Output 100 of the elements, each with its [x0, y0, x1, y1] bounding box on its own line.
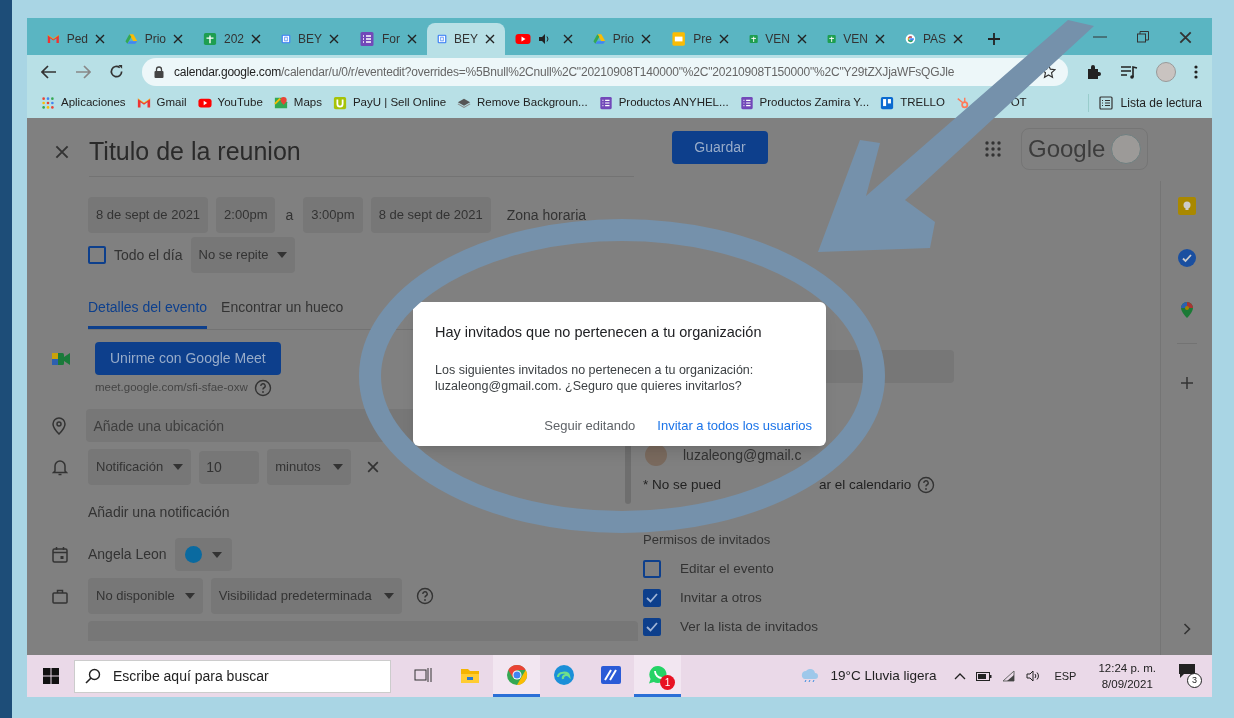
visibility-dropdown[interactable]: Visibilidad predeterminada: [210, 578, 402, 614]
close-tab-icon[interactable]: [173, 34, 183, 44]
wifi-icon[interactable]: [1002, 670, 1017, 682]
checkbox[interactable]: [643, 589, 661, 608]
browser-tab[interactable]: BEY: [427, 23, 505, 55]
browser-tab[interactable]: 202: [193, 23, 271, 55]
close-tab-icon[interactable]: [563, 34, 573, 44]
reading-list-link[interactable]: Lista de lectura: [1120, 94, 1202, 112]
reading-list-icon[interactable]: [1098, 96, 1113, 110]
timezone-link[interactable]: Zona horaria: [506, 204, 587, 226]
weather-text[interactable]: 19°C Lluvia ligera: [830, 665, 937, 687]
bookmark[interactable]: Aplicaciones: [41, 94, 126, 112]
close-tab-icon[interactable]: [719, 34, 729, 44]
notifications-icon[interactable]: [1178, 663, 1196, 679]
task-view-icon[interactable]: [413, 665, 432, 684]
close-tab-icon[interactable]: [875, 34, 885, 44]
event-tab[interactable]: Encontrar un hueco: [221, 297, 344, 329]
wave-circle-icon[interactable]: [552, 663, 575, 686]
address-bar[interactable]: calendar.google.com/calendar/u/0/r/eventedit?overrides=%5Bnull%2Cnull%2C"20210908T140000"%2C"20210908T150000"%2C"Y29tZXJjaWFsQGJle: [142, 57, 1068, 86]
close-tab-icon[interactable]: [329, 34, 339, 44]
close-icon[interactable]: [1179, 30, 1192, 44]
checkbox[interactable]: [88, 246, 106, 264]
close-tab-icon[interactable]: [251, 34, 261, 44]
play-icon: [515, 31, 531, 47]
reload-icon[interactable]: [109, 64, 124, 79]
windows-start-icon[interactable]: [42, 668, 59, 684]
end-time-field[interactable]: 3:00pm: [303, 197, 363, 233]
speaker-icon[interactable]: [538, 33, 550, 45]
close-tab-icon[interactable]: [953, 34, 963, 44]
bookmark[interactable]: PayU | Sell Online: [332, 94, 447, 112]
close-tab-icon[interactable]: [485, 34, 495, 44]
bookmark[interactable]: YouTube: [197, 94, 263, 112]
bookmark[interactable]: Maps: [273, 94, 322, 112]
availability-dropdown[interactable]: No disponible: [88, 578, 203, 614]
lock-icon[interactable]: [154, 65, 164, 78]
help-icon[interactable]: [917, 476, 936, 495]
taskbar-search-field[interactable]: Escribe aquí para buscar: [74, 659, 391, 693]
chrome-icon[interactable]: [505, 663, 528, 686]
checkbox[interactable]: [643, 618, 661, 637]
dialog-button[interactable]: Invitar a todos los usuarios: [657, 415, 812, 436]
event-title[interactable]: Titulo de la reunion: [89, 132, 301, 170]
chevron-up-icon[interactable]: [954, 672, 967, 680]
browser-tab[interactable]: PAS: [895, 23, 973, 55]
notification-unit-dropdown[interactable]: minutos: [267, 449, 351, 485]
battery-icon[interactable]: [976, 671, 993, 681]
browser-tab[interactable]: BEY: [271, 23, 349, 55]
app-icon[interactable]: [599, 664, 622, 685]
clock-time[interactable]: 12:24 p. m.: [1098, 660, 1156, 676]
bookmark[interactable]: OT: [1010, 94, 1027, 112]
browser-tab[interactable]: Prio: [583, 23, 661, 55]
end-date-field[interactable]: 8 de sept de 2021: [370, 197, 491, 233]
close-tab-icon[interactable]: [797, 34, 807, 44]
puzzle-icon[interactable]: [1086, 63, 1102, 80]
taskbar-app[interactable]: [493, 655, 540, 697]
permission-label[interactable]: Editar el evento: [680, 558, 774, 579]
meet-button[interactable]: Unirme con Google Meet: [95, 342, 281, 375]
back-icon[interactable]: [41, 64, 57, 79]
close-tab-icon[interactable]: [95, 34, 105, 44]
permission-label[interactable]: Ver la lista de invitados: [680, 617, 819, 638]
help-icon[interactable]: [253, 379, 272, 397]
permission-label[interactable]: Invitar a otros: [680, 588, 762, 609]
browser-tab[interactable]: Ped: [37, 23, 115, 55]
help-icon[interactable]: [415, 587, 434, 605]
media-list-icon[interactable]: [1120, 64, 1138, 79]
restore-icon[interactable]: [1137, 31, 1149, 43]
browser-tab[interactable]: Prio: [115, 23, 193, 55]
new-tab-icon[interactable]: [987, 32, 1001, 46]
bookmark[interactable]: TRELLO: [880, 94, 945, 112]
notification-type-dropdown[interactable]: Notificación: [88, 449, 192, 485]
speaker-icon[interactable]: [1026, 670, 1041, 682]
bookmark[interactable]: Productos ANYHEL...: [598, 94, 729, 112]
all-day-label[interactable]: Todo el día: [114, 244, 183, 266]
repeat-dropdown[interactable]: No se repite: [190, 237, 295, 273]
bookmark[interactable]: Gmail: [136, 94, 187, 112]
color-dropdown[interactable]: [174, 538, 232, 571]
browser-tab[interactable]: Pre: [661, 23, 739, 55]
start-date-field[interactable]: 8 de sept de 2021: [88, 197, 209, 233]
close-icon[interactable]: [55, 145, 69, 159]
close-tab-icon[interactable]: [641, 34, 651, 44]
browser-tab[interactable]: VEN: [739, 23, 817, 55]
check-circle-icon[interactable]: [1177, 249, 1196, 267]
remove-icon[interactable]: [366, 461, 379, 473]
taskbar-app[interactable]: 1: [634, 655, 681, 697]
apps-grid-icon[interactable]: [985, 141, 1001, 157]
chat-bubble-icon[interactable]: [646, 663, 669, 686]
clock-date[interactable]: 8/09/2021: [1101, 676, 1153, 692]
chevron-right-icon[interactable]: [1182, 623, 1191, 635]
add-notification-link[interactable]: Añadir una notificación: [88, 502, 617, 523]
checkbox[interactable]: [643, 559, 661, 578]
menu-icon[interactable]: [1194, 64, 1198, 79]
bookmark[interactable]: Remove Backgroun...: [457, 94, 588, 112]
browser-tab[interactable]: VEN: [817, 23, 895, 55]
start-time-field[interactable]: 2:00pm: [216, 197, 276, 233]
language-indicator[interactable]: ESP: [1054, 667, 1077, 685]
account-button[interactable]: Google: [1021, 128, 1148, 170]
close-tab-icon[interactable]: [407, 34, 417, 44]
bookmark[interactable]: Productos Zamira Y...: [739, 94, 870, 112]
notification-time-field[interactable]: 10: [199, 450, 260, 484]
save-button[interactable]: Guardar: [672, 130, 768, 164]
browser-tab[interactable]: For: [349, 23, 427, 55]
